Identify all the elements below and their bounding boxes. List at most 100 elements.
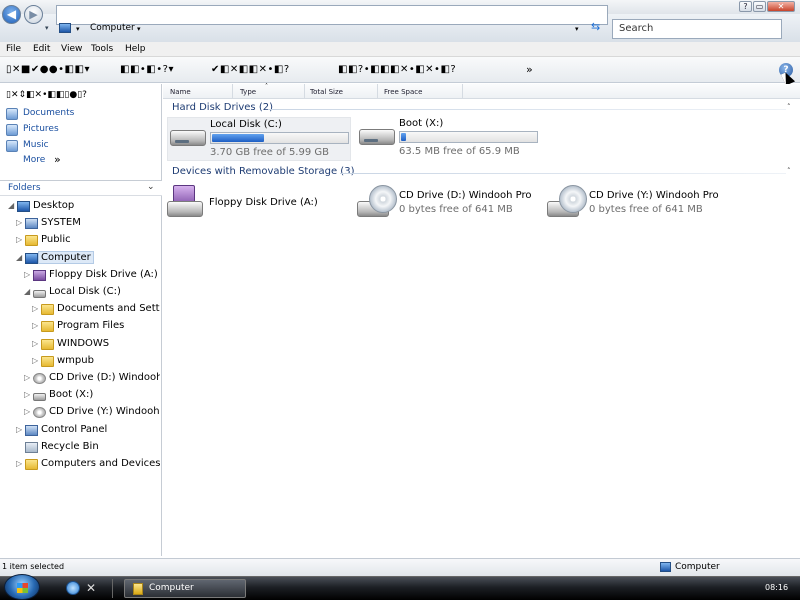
pane-toolbar[interactable]: ▯✕⇕◧✕•◧◧▯●▯? [6,90,87,100]
tree-node[interactable]: ▷ Control Panel [16,423,160,440]
menu-view[interactable]: View [61,43,82,56]
drive-free-space: 63.5 MB free of 65.9 MB [399,146,520,157]
expand-arrow-icon[interactable]: ▷ [16,218,24,227]
drive-tile-boot-x[interactable]: Boot (X:) 63.5 MB free of 65.9 MB [357,117,547,161]
tree-node-label: WINDOWS [57,337,110,349]
collapse-group-icon[interactable]: ˄ [787,167,791,175]
tree-node[interactable]: ▷ Computers and Devices [16,457,160,474]
expand-arrow-icon[interactable]: ▷ [16,425,24,434]
tree-node[interactable]: ▷ Documents and Settings [32,302,160,319]
expand-arrow-icon[interactable]: ◢ [16,253,24,262]
drive-tile-cd-d[interactable]: CD Drive (D:) Windooh Pro 0 bytes free o… [357,185,542,225]
start-button[interactable] [4,574,40,600]
path-dropdown-icon[interactable]: ▾ [137,25,141,33]
drive-tile-cd-y[interactable]: CD Drive (Y:) Windooh Pro 0 bytes free o… [547,185,732,225]
address-separator[interactable]: ▾ [76,25,80,33]
tree-node[interactable]: ◢ Local Disk (C:) [24,285,160,302]
tree-node[interactable]: ▷ CD Drive (D:) Windooh Pro [24,371,160,388]
tree-node[interactable]: ▷ wmpub [32,354,160,371]
expand-arrow-icon[interactable]: ▷ [32,356,40,365]
back-button[interactable]: ◀ [2,5,21,24]
tree-node-label: Boot (X:) [49,389,94,401]
column-free-space[interactable]: Free Space [384,88,422,96]
column-divider[interactable] [304,84,305,99]
column-divider[interactable] [232,84,233,99]
tree-node[interactable]: ▷ Program Files [32,319,160,336]
expand-arrow-icon[interactable]: ◢ [8,201,16,210]
column-divider[interactable] [462,84,463,99]
folder-icon [25,459,38,470]
expand-arrow-icon[interactable]: ▷ [24,390,32,399]
column-divider[interactable] [377,84,378,99]
expand-arrow-icon[interactable]: ◢ [24,287,32,296]
address-bar[interactable] [56,5,608,25]
tree-node-label: CD Drive (D:) Windooh Pro [49,372,160,383]
expand-arrow-icon[interactable]: ▷ [24,270,32,279]
tree-node[interactable]: ▷ SYSTEM [16,216,160,233]
forward-button[interactable]: ▶ [24,5,43,24]
floppy-drive-icon [167,185,207,225]
taskbar-button-computer[interactable]: Computer [124,579,246,598]
group-divider [340,173,786,174]
close-button[interactable]: ✕ [767,1,795,12]
group-removable-storage[interactable]: Devices with Removable Storage (3) [172,166,354,177]
search-input[interactable]: Search [612,19,782,39]
expand-arrow-icon[interactable]: ▷ [32,339,40,348]
tree-node[interactable]: Recycle Bin [16,440,160,457]
favorite-music[interactable]: Music [6,140,156,154]
recent-pages-dropdown[interactable]: ▾ [45,24,49,32]
toolbar-group-actions[interactable]: ✔◧✕◧◧✕•◧? [211,64,290,75]
refresh-icon[interactable]: ⇆ [591,20,600,33]
favorite-documents[interactable]: Documents [6,108,156,122]
collapse-folders-icon[interactable]: ⌄ [147,182,155,192]
menu-tools[interactable]: Tools [91,43,113,56]
maximize-button[interactable]: ▭ [753,1,766,12]
expand-arrow-icon[interactable]: ▷ [32,321,40,330]
tree-node[interactable]: ▷ CD Drive (Y:) Windooh Pro [24,405,160,422]
drive-name: CD Drive (Y:) Windooh Pro [589,190,719,201]
menu-edit[interactable]: Edit [33,43,50,56]
tree-node[interactable]: ▷ WINDOWS [32,337,160,354]
tree-node[interactable]: ▷ Boot (X:) [24,388,160,405]
expand-arrow-icon[interactable]: ▷ [16,235,24,244]
computer-icon [660,562,671,572]
tree-node[interactable]: ◢ Computer [16,250,160,268]
drive-tile-floppy-a[interactable]: Floppy Disk Drive (A:) [167,185,347,225]
column-type[interactable]: Type [240,88,256,96]
address-path[interactable]: Computer [90,23,135,33]
bin-icon [25,441,38,453]
expand-arrow-icon[interactable]: ▷ [24,373,32,382]
group-hard-disk-drives[interactable]: Hard Disk Drives (2) [172,102,273,113]
status-location: Computer [675,562,720,572]
toolbar-group-tools[interactable]: ◧◧?•◧◧◧✕•◧✕•◧? [338,64,456,75]
favorites-more-link[interactable]: More » [6,153,156,169]
drive-name: Floppy Disk Drive (A:) [209,197,318,208]
folder-icon [41,338,54,350]
group-divider [268,109,786,110]
show-desktop-icon[interactable]: ✕ [84,581,98,595]
menu-file[interactable]: File [6,43,21,56]
expand-arrow-icon[interactable]: ▷ [32,304,40,313]
folders-header[interactable]: Folders ⌄ [0,180,162,196]
expand-arrow-icon[interactable]: ▷ [24,407,32,416]
toolbar-group-edit[interactable]: ▯✕■✔●●•◧◧▾ [6,64,90,75]
toolbar-group-view[interactable]: ◧◧•◧•?▾ [120,64,174,75]
column-total-size[interactable]: Total Size [310,88,343,96]
address-dropdown-icon[interactable]: ▾ [575,25,579,33]
favorite-pictures[interactable]: Pictures [6,124,156,138]
tree-node-label: Control Panel [41,423,108,435]
internet-explorer-icon[interactable] [66,581,80,595]
menu-help[interactable]: Help [125,43,146,56]
tree-node[interactable]: ▷ Public [16,233,160,250]
drive-tile-local-disk-c[interactable]: Local Disk (C:) 3.70 GB free of 5.99 GB [167,117,351,161]
column-header-bar [163,84,800,99]
task-label: Computer [149,583,194,593]
tree-node[interactable]: ▷ Floppy Disk Drive (A:) [24,268,160,285]
clock[interactable]: 08:16 [765,583,788,592]
tree-node[interactable]: ◢ Desktop [8,199,160,216]
toolbar-more-button[interactable]: » [526,63,533,76]
collapse-group-icon[interactable]: ˄ [787,103,791,111]
column-name[interactable]: Name [170,88,191,96]
expand-arrow-icon[interactable]: ▷ [16,459,24,468]
help-window-button[interactable]: ? [739,1,752,12]
